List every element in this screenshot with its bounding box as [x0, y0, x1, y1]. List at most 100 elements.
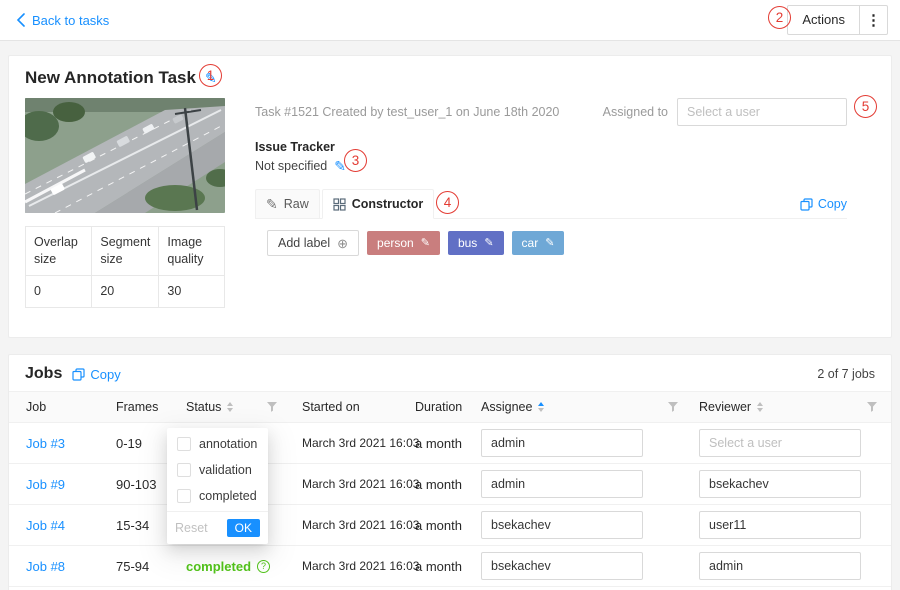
- edit-label-icon[interactable]: ✎: [484, 238, 493, 249]
- labels-copy-label: Copy: [818, 197, 847, 211]
- checkbox-validation[interactable]: [177, 463, 191, 477]
- reviewer-select[interactable]: [699, 552, 861, 580]
- job-link[interactable]: Job #9: [26, 477, 65, 492]
- status-sorter-icon[interactable]: [227, 402, 233, 412]
- labels-constructor-area: Add label ⊕ person ✎ bus ✎ car ✎: [255, 219, 847, 256]
- plus-circle-icon: ⊕: [337, 237, 348, 250]
- constructor-blocks-icon: [333, 198, 346, 211]
- job-started-on: March 3rd 2021 16:03: [294, 477, 407, 491]
- filter-option-annotation[interactable]: annotation: [167, 431, 268, 457]
- job-duration: a month: [407, 518, 473, 533]
- jobs-count: 2 of 7 jobs: [817, 367, 875, 381]
- param-header-segment: Segment size: [92, 227, 159, 276]
- job-started-on: March 3rd 2021 16:03: [294, 559, 407, 573]
- issue-tracker-value: Not specified: [255, 159, 327, 173]
- checkbox-completed[interactable]: [177, 489, 191, 503]
- job-link[interactable]: Job #8: [26, 559, 65, 574]
- question-circle-icon[interactable]: ?: [257, 560, 270, 573]
- job-link[interactable]: Job #4: [26, 518, 65, 533]
- job-started-on: March 3rd 2021 16:03: [294, 518, 407, 532]
- label-tag-bus[interactable]: bus ✎: [448, 231, 504, 255]
- filter-option-label: annotation: [199, 437, 257, 451]
- assignee-select[interactable]: [481, 429, 643, 457]
- filter-ok-button[interactable]: OK: [227, 519, 260, 537]
- kebab-menu-icon[interactable]: ⋮: [859, 6, 887, 34]
- param-value-quality: 30: [159, 275, 225, 307]
- back-to-tasks-link[interactable]: Back to tasks: [16, 13, 109, 28]
- tab-constructor-label: Constructor: [352, 197, 424, 211]
- add-label-text: Add label: [278, 236, 330, 250]
- col-assignee[interactable]: Assignee: [473, 400, 655, 414]
- edit-label-icon[interactable]: ✎: [545, 238, 554, 249]
- job-link[interactable]: Job #3: [26, 436, 65, 451]
- job-duration: a month: [407, 436, 473, 451]
- filter-option-label: completed: [199, 489, 257, 503]
- assigned-to-label: Assigned to: [603, 105, 668, 119]
- assignee-select[interactable]: [481, 470, 643, 498]
- job-duration: a month: [407, 559, 473, 574]
- tab-raw[interactable]: ✎ Raw: [255, 189, 320, 218]
- assignee-select[interactable]: [481, 552, 643, 580]
- label-tag-bus-name: bus: [458, 236, 477, 250]
- param-header-overlap: Overlap size: [26, 227, 92, 276]
- param-value-overlap: 0: [26, 275, 92, 307]
- job-row: Job #8 75-94 completed ? March 3rd 2021 …: [9, 546, 891, 587]
- job-row: Job #9 90-103 March 3rd 2021 16:03 a mon…: [9, 464, 891, 505]
- job-started-on: March 3rd 2021 16:03: [294, 436, 407, 450]
- labels-copy-button[interactable]: Copy: [800, 197, 847, 211]
- col-reviewer[interactable]: Reviewer: [691, 400, 861, 414]
- assignee-sorter-icon[interactable]: [538, 402, 544, 412]
- task-title: New Annotation Task: [25, 68, 196, 88]
- task-meta-text: Task #1521 Created by test_user_1 on Jun…: [255, 105, 559, 119]
- status-filter-icon[interactable]: [250, 401, 294, 413]
- param-header-quality: Image quality: [159, 227, 225, 276]
- label-tag-car[interactable]: car ✎: [512, 231, 565, 255]
- jobs-table-header: Job Frames Status Started on Duration As…: [9, 391, 891, 423]
- reviewer-sorter-icon[interactable]: [757, 402, 763, 412]
- label-tag-person[interactable]: person ✎: [367, 231, 440, 255]
- assignee-select[interactable]: [481, 511, 643, 539]
- filter-reset-button[interactable]: Reset: [175, 521, 208, 535]
- tab-constructor[interactable]: Constructor: [322, 189, 435, 219]
- actions-button[interactable]: Actions ⋮: [787, 5, 888, 35]
- annotation-step-2: 2: [768, 6, 791, 29]
- checkbox-annotation[interactable]: [177, 437, 191, 451]
- param-value-segment: 20: [92, 275, 159, 307]
- annotation-step-4: 4: [436, 191, 459, 214]
- issue-tracker-label: Issue Tracker: [255, 140, 847, 154]
- raw-edit-icon: ✎: [266, 197, 278, 211]
- col-started-on: Started on: [294, 400, 407, 414]
- job-duration: a month: [407, 477, 473, 492]
- jobs-card: Jobs Copy 2 of 7 jobs Job Frames Status …: [8, 354, 892, 590]
- jobs-copy-button[interactable]: Copy: [72, 367, 120, 382]
- task-preview-image: [25, 98, 225, 213]
- job-frames: 75-94: [108, 559, 178, 574]
- col-duration: Duration: [407, 400, 473, 414]
- filter-option-validation[interactable]: validation: [167, 457, 268, 483]
- assigned-to-select[interactable]: [677, 98, 847, 126]
- col-job: Job: [18, 400, 108, 414]
- actions-label[interactable]: Actions: [788, 6, 859, 34]
- add-label-button[interactable]: Add label ⊕: [267, 230, 359, 256]
- edit-label-icon[interactable]: ✎: [421, 238, 430, 249]
- copy-icon: [800, 198, 813, 211]
- filter-option-label: validation: [199, 463, 252, 477]
- annotation-step-3: 3: [344, 149, 367, 172]
- jobs-title: Jobs: [25, 365, 62, 383]
- col-status[interactable]: Status: [178, 400, 250, 414]
- job-row: Job #4 15-34 March 3rd 2021 16:03 a mont…: [9, 505, 891, 546]
- filter-option-completed[interactable]: completed: [167, 483, 268, 509]
- reviewer-select[interactable]: [699, 511, 861, 539]
- chevron-left-icon: [16, 13, 25, 27]
- reviewer-select[interactable]: [699, 470, 861, 498]
- reviewer-select[interactable]: [699, 429, 861, 457]
- back-to-tasks-label: Back to tasks: [32, 13, 109, 28]
- jobs-copy-label: Copy: [90, 367, 120, 382]
- annotation-step-1: 1: [199, 64, 222, 87]
- labels-tabs-bar: ✎ Raw Constructor Copy: [255, 187, 847, 219]
- assignee-filter-icon[interactable]: [655, 401, 691, 413]
- copy-icon: [72, 368, 85, 381]
- reviewer-filter-icon[interactable]: [861, 401, 882, 413]
- job-status: completed: [186, 559, 251, 574]
- col-frames: Frames: [108, 400, 178, 414]
